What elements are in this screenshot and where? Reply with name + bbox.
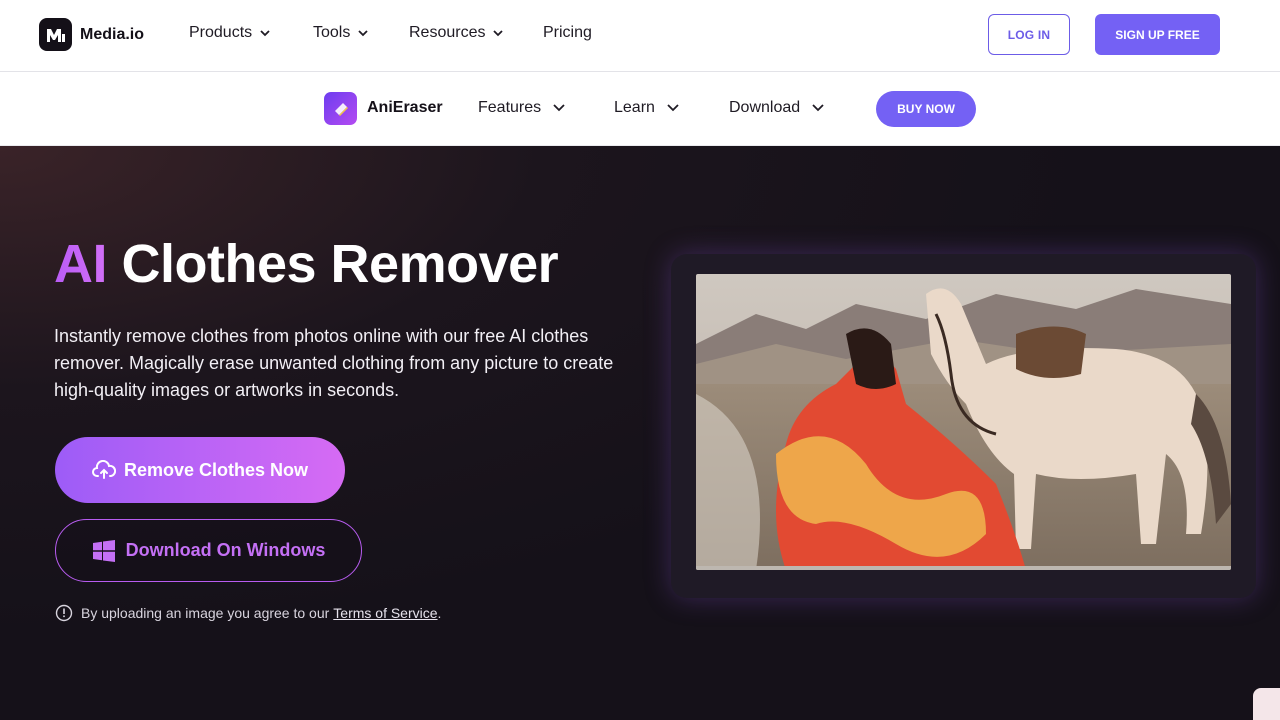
subnav-learn[interactable]: Learn xyxy=(614,99,679,117)
nav-pricing[interactable]: Pricing xyxy=(543,24,592,42)
chevron-down-icon xyxy=(812,104,824,112)
chevron-down-icon xyxy=(358,29,368,37)
title-text: Clothes Remover xyxy=(121,234,559,294)
chevron-down-icon xyxy=(493,29,504,37)
nav-resources-label: Resources xyxy=(409,24,486,41)
subnav-learn-label: Learn xyxy=(614,99,655,116)
page-title: AI Clothes Remover xyxy=(54,233,559,295)
buy-now-button[interactable]: BUY NOW xyxy=(876,91,976,127)
windows-icon xyxy=(92,539,115,562)
nav-resources[interactable]: Resources xyxy=(409,24,504,42)
remove-clothes-button[interactable]: Remove Clothes Now xyxy=(55,437,345,503)
title-accent: AI xyxy=(54,234,108,294)
remove-clothes-label: Remove Clothes Now xyxy=(123,459,309,480)
chevron-down-icon xyxy=(553,104,565,112)
product-subnav: AniEraser Features Learn Download BUY NO… xyxy=(0,72,1280,146)
terms-text: By uploading an image you agree to our xyxy=(81,605,330,621)
nav-products-label: Products xyxy=(189,24,253,41)
signup-button[interactable]: SIGN UP FREE xyxy=(1095,14,1220,55)
cloud-upload-icon xyxy=(91,460,116,479)
subnav-download[interactable]: Download xyxy=(729,99,824,117)
media-io-logo-icon xyxy=(39,18,72,51)
nav-products[interactable]: Products xyxy=(189,24,270,42)
hero-description: Instantly remove clothes from photos onl… xyxy=(54,326,614,400)
chat-widget-button[interactable] xyxy=(1253,688,1280,720)
terms-notice: By uploading an image you agree to our T… xyxy=(55,604,441,622)
anieraser-logo-icon[interactable] xyxy=(324,92,357,125)
download-windows-button[interactable]: Download On Windows xyxy=(55,519,362,582)
chevron-down-icon xyxy=(260,29,270,37)
brand-home-link[interactable]: Media.io xyxy=(39,18,144,51)
nav-tools-label: Tools xyxy=(313,24,351,41)
subnav-download-label: Download xyxy=(729,99,801,116)
terms-end: . xyxy=(437,605,442,621)
subnav-features[interactable]: Features xyxy=(478,99,565,117)
terms-of-service-link[interactable]: Terms of Service xyxy=(333,605,437,621)
preview-frame xyxy=(671,254,1256,598)
nav-tools[interactable]: Tools xyxy=(313,24,368,42)
login-button[interactable]: LOG IN xyxy=(988,14,1070,55)
subnav-features-label: Features xyxy=(478,99,542,116)
info-icon xyxy=(55,604,73,622)
top-navigation: Media.io Products Tools Resources Pricin… xyxy=(0,0,1280,72)
hero-section: AI Clothes Remover Instantly remove clot… xyxy=(0,146,1280,720)
brand-name: Media.io xyxy=(80,25,145,43)
nav-pricing-label: Pricing xyxy=(543,24,592,41)
chevron-down-icon xyxy=(667,104,679,112)
preview-image xyxy=(696,274,1231,570)
download-windows-label: Download On Windows xyxy=(125,540,326,560)
product-name[interactable]: AniEraser xyxy=(367,99,443,117)
